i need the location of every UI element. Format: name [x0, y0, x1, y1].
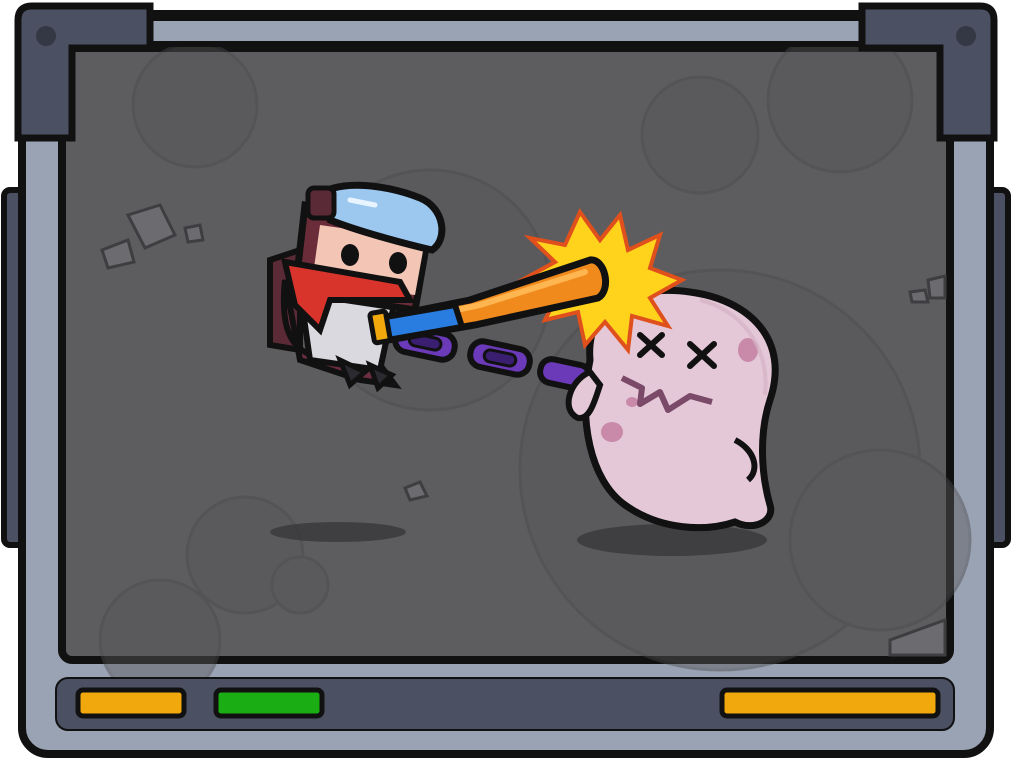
left-indicator	[75, 687, 187, 719]
middle-indicator	[213, 687, 325, 719]
game-screen	[0, 0, 1012, 758]
scene-svg	[1, 2, 1011, 758]
right-indicator	[719, 687, 941, 719]
status-bar	[55, 677, 955, 731]
